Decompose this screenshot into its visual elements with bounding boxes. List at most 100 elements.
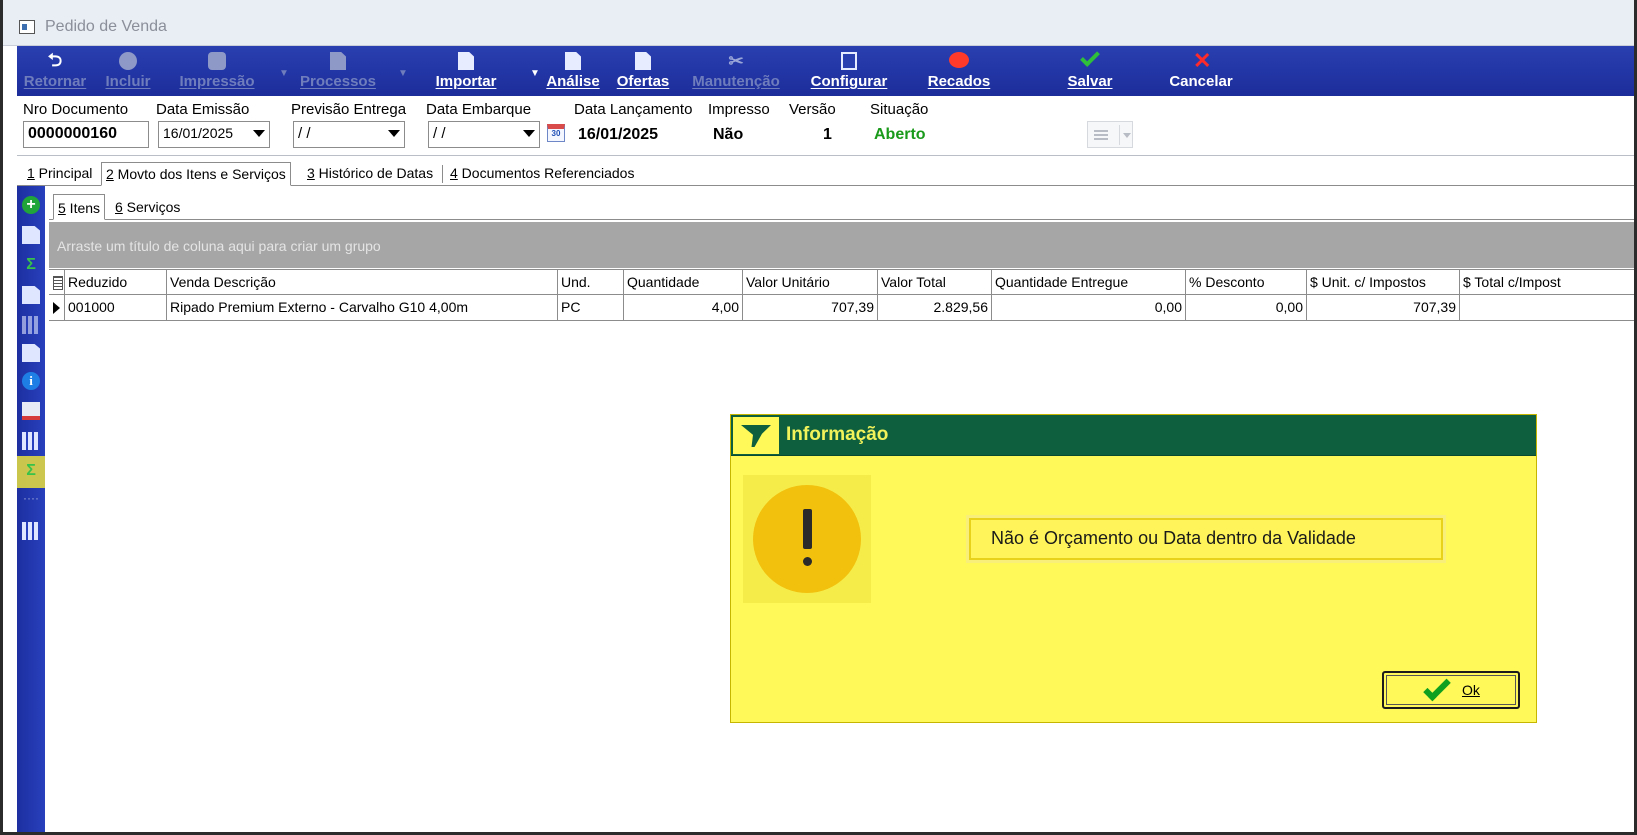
toolbar: ⮌ Retornar Incluir Impressão ▼ Processos…	[17, 46, 1634, 96]
totals-icon[interactable]: Σ	[22, 462, 40, 480]
tab-documentos-referenciados[interactable]: 4 Documentos Referenciados	[446, 162, 638, 186]
column-header-unit-c-impostos[interactable]: $ Unit. c/ Impostos	[1307, 269, 1460, 295]
cell-quantidade-entregue[interactable]: 0,00	[992, 295, 1186, 321]
column-header-total-c-impostos[interactable]: $ Total c/Impost	[1460, 269, 1634, 295]
printer-icon	[208, 52, 226, 70]
edit-doc-icon[interactable]	[22, 226, 40, 244]
group-by-hint: Arraste um título de coluna aqui para cr…	[57, 238, 381, 254]
ofertas-button[interactable]: Ofertas	[609, 46, 677, 96]
impresso-value: Não	[713, 126, 744, 143]
button-separator	[1119, 125, 1120, 145]
check-icon	[1423, 673, 1451, 702]
column-header-valor-total[interactable]: Valor Total	[878, 269, 992, 295]
configurar-button[interactable]: Configurar	[801, 46, 897, 96]
exclamation-dot	[803, 557, 812, 566]
data-lancamento-label: Data Lançamento	[574, 101, 693, 118]
add-item-icon[interactable]: +	[22, 196, 40, 214]
cancelar-button[interactable]: ✕ Cancelar	[1163, 46, 1239, 96]
importar-dropdown[interactable]: ▼	[523, 46, 540, 96]
chevron-down-icon: ▼	[279, 68, 289, 79]
previsao-entrega-label: Previsão Entrega	[291, 101, 407, 118]
list-icon-line	[1094, 138, 1108, 140]
column-header-valor-unitario[interactable]: Valor Unitário	[743, 269, 878, 295]
tab-movto-itens-servicos[interactable]: 2 Movto dos Itens e Serviços	[101, 162, 291, 186]
data-embarque-field[interactable]: / /	[428, 121, 540, 148]
chevron-down-icon[interactable]	[388, 130, 400, 137]
ok-button[interactable]: Ok	[1382, 671, 1520, 709]
column-header-desconto[interactable]: % Desconto	[1186, 269, 1307, 295]
impressao-button[interactable]: Impressão	[169, 46, 265, 96]
chevron-down-icon[interactable]	[253, 130, 265, 137]
manutencao-button[interactable]: ✂ Manutenção	[683, 46, 789, 96]
main-window: Pedido de Venda ⮌ Retornar Incluir Impre…	[0, 0, 1637, 835]
group-by-panel[interactable]: Arraste um título de coluna aqui para cr…	[49, 222, 1634, 268]
current-row-arrow-icon	[53, 302, 60, 314]
plus-circle-icon	[119, 52, 137, 70]
tab-servicos[interactable]: 6 Serviços	[111, 194, 184, 220]
processos-dropdown[interactable]: ▼	[391, 46, 408, 96]
situacao-value: Aberto	[874, 126, 926, 143]
doc-list-icon[interactable]	[22, 286, 40, 304]
calendar-icon[interactable]: 30	[547, 124, 565, 142]
versao-value: 1	[823, 126, 832, 143]
column-header-quantidade-entregue[interactable]: Quantidade Entregue	[992, 269, 1186, 295]
back-arrow-icon: ⮌	[47, 50, 63, 70]
tab-principal[interactable]: 1 Principal	[23, 162, 96, 186]
data-emissao-label: Data Emissão	[156, 101, 250, 118]
sum-icon[interactable]: Σ	[22, 256, 40, 274]
tab-separator	[442, 165, 443, 183]
grid-icon[interactable]	[22, 432, 40, 450]
table-row[interactable]: 001000 Ripado Premium Externo - Carvalho…	[49, 295, 1634, 321]
cell-reduzido[interactable]: 001000	[65, 295, 167, 321]
impressao-dropdown[interactable]: ▼	[272, 46, 289, 96]
analysis-doc-icon	[565, 52, 581, 70]
dialog-title-bar[interactable]: Informação	[731, 415, 1536, 456]
salvar-button[interactable]: Salvar	[1057, 46, 1123, 96]
column-header-venda-descricao[interactable]: Venda Descrição	[167, 269, 558, 295]
cell-und[interactable]: PC	[558, 295, 624, 321]
filter-icon[interactable]	[22, 316, 40, 334]
title-bar: Pedido de Venda	[3, 0, 1634, 46]
list-options-button[interactable]	[1087, 121, 1133, 148]
situacao-label: Situação	[870, 101, 929, 118]
chevron-down-icon: ▼	[530, 68, 540, 79]
cell-venda-descricao[interactable]: Ripado Premium Externo - Carvalho G10 4,…	[167, 295, 558, 321]
tab-historico-datas[interactable]: 3 Histórico de Datas	[303, 162, 437, 186]
warning-exclamation-icon	[753, 485, 861, 593]
column-header-reduzido[interactable]: Reduzido	[65, 269, 167, 295]
nro-documento-field[interactable]: 0000000160	[23, 121, 149, 148]
document-icon[interactable]	[22, 344, 40, 362]
cell-valor-unitario[interactable]: 707,39	[743, 295, 878, 321]
info-icon[interactable]: i	[22, 372, 40, 390]
data-emissao-field[interactable]: 16/01/2025	[158, 121, 270, 148]
recados-button[interactable]: Recados	[921, 46, 997, 96]
previsao-entrega-field[interactable]: / /	[293, 121, 405, 148]
chevron-down-icon[interactable]	[1123, 133, 1131, 138]
importar-button[interactable]: Importar	[425, 46, 507, 96]
dialog-title: Informação	[786, 424, 889, 445]
cell-total-c-impostos[interactable]	[1460, 295, 1634, 321]
table-config-icon[interactable]	[22, 522, 40, 540]
app-logo-icon	[733, 417, 779, 454]
cell-quantidade[interactable]: 4,00	[624, 295, 743, 321]
chevron-down-icon[interactable]	[523, 130, 535, 137]
window-app-icon	[19, 20, 35, 34]
book-icon[interactable]	[22, 402, 40, 420]
tab-itens[interactable]: 5 Itens	[53, 194, 106, 220]
gear-doc-icon	[330, 52, 346, 70]
processos-button[interactable]: Processos	[293, 46, 383, 96]
column-header-und[interactable]: Und.	[558, 269, 624, 295]
window-title: Pedido de Venda	[45, 18, 167, 35]
cell-unit-c-impostos[interactable]: 707,39	[1307, 295, 1460, 321]
cell-valor-total[interactable]: 2.829,56	[878, 295, 992, 321]
incluir-button[interactable]: Incluir	[99, 46, 157, 96]
tools-icon: ✂	[728, 51, 744, 71]
retornar-button[interactable]: ⮌ Retornar	[19, 46, 91, 96]
column-header-quantidade[interactable]: Quantidade	[624, 269, 743, 295]
cell-desconto[interactable]: 0,00	[1186, 295, 1307, 321]
dialog-message: Não é Orçamento ou Data dentro da Valida…	[969, 518, 1443, 560]
list-icon	[1094, 130, 1108, 132]
row-indicator	[49, 295, 65, 321]
analise-button[interactable]: Análise	[541, 46, 605, 96]
column-chooser-icon[interactable]	[49, 269, 65, 295]
